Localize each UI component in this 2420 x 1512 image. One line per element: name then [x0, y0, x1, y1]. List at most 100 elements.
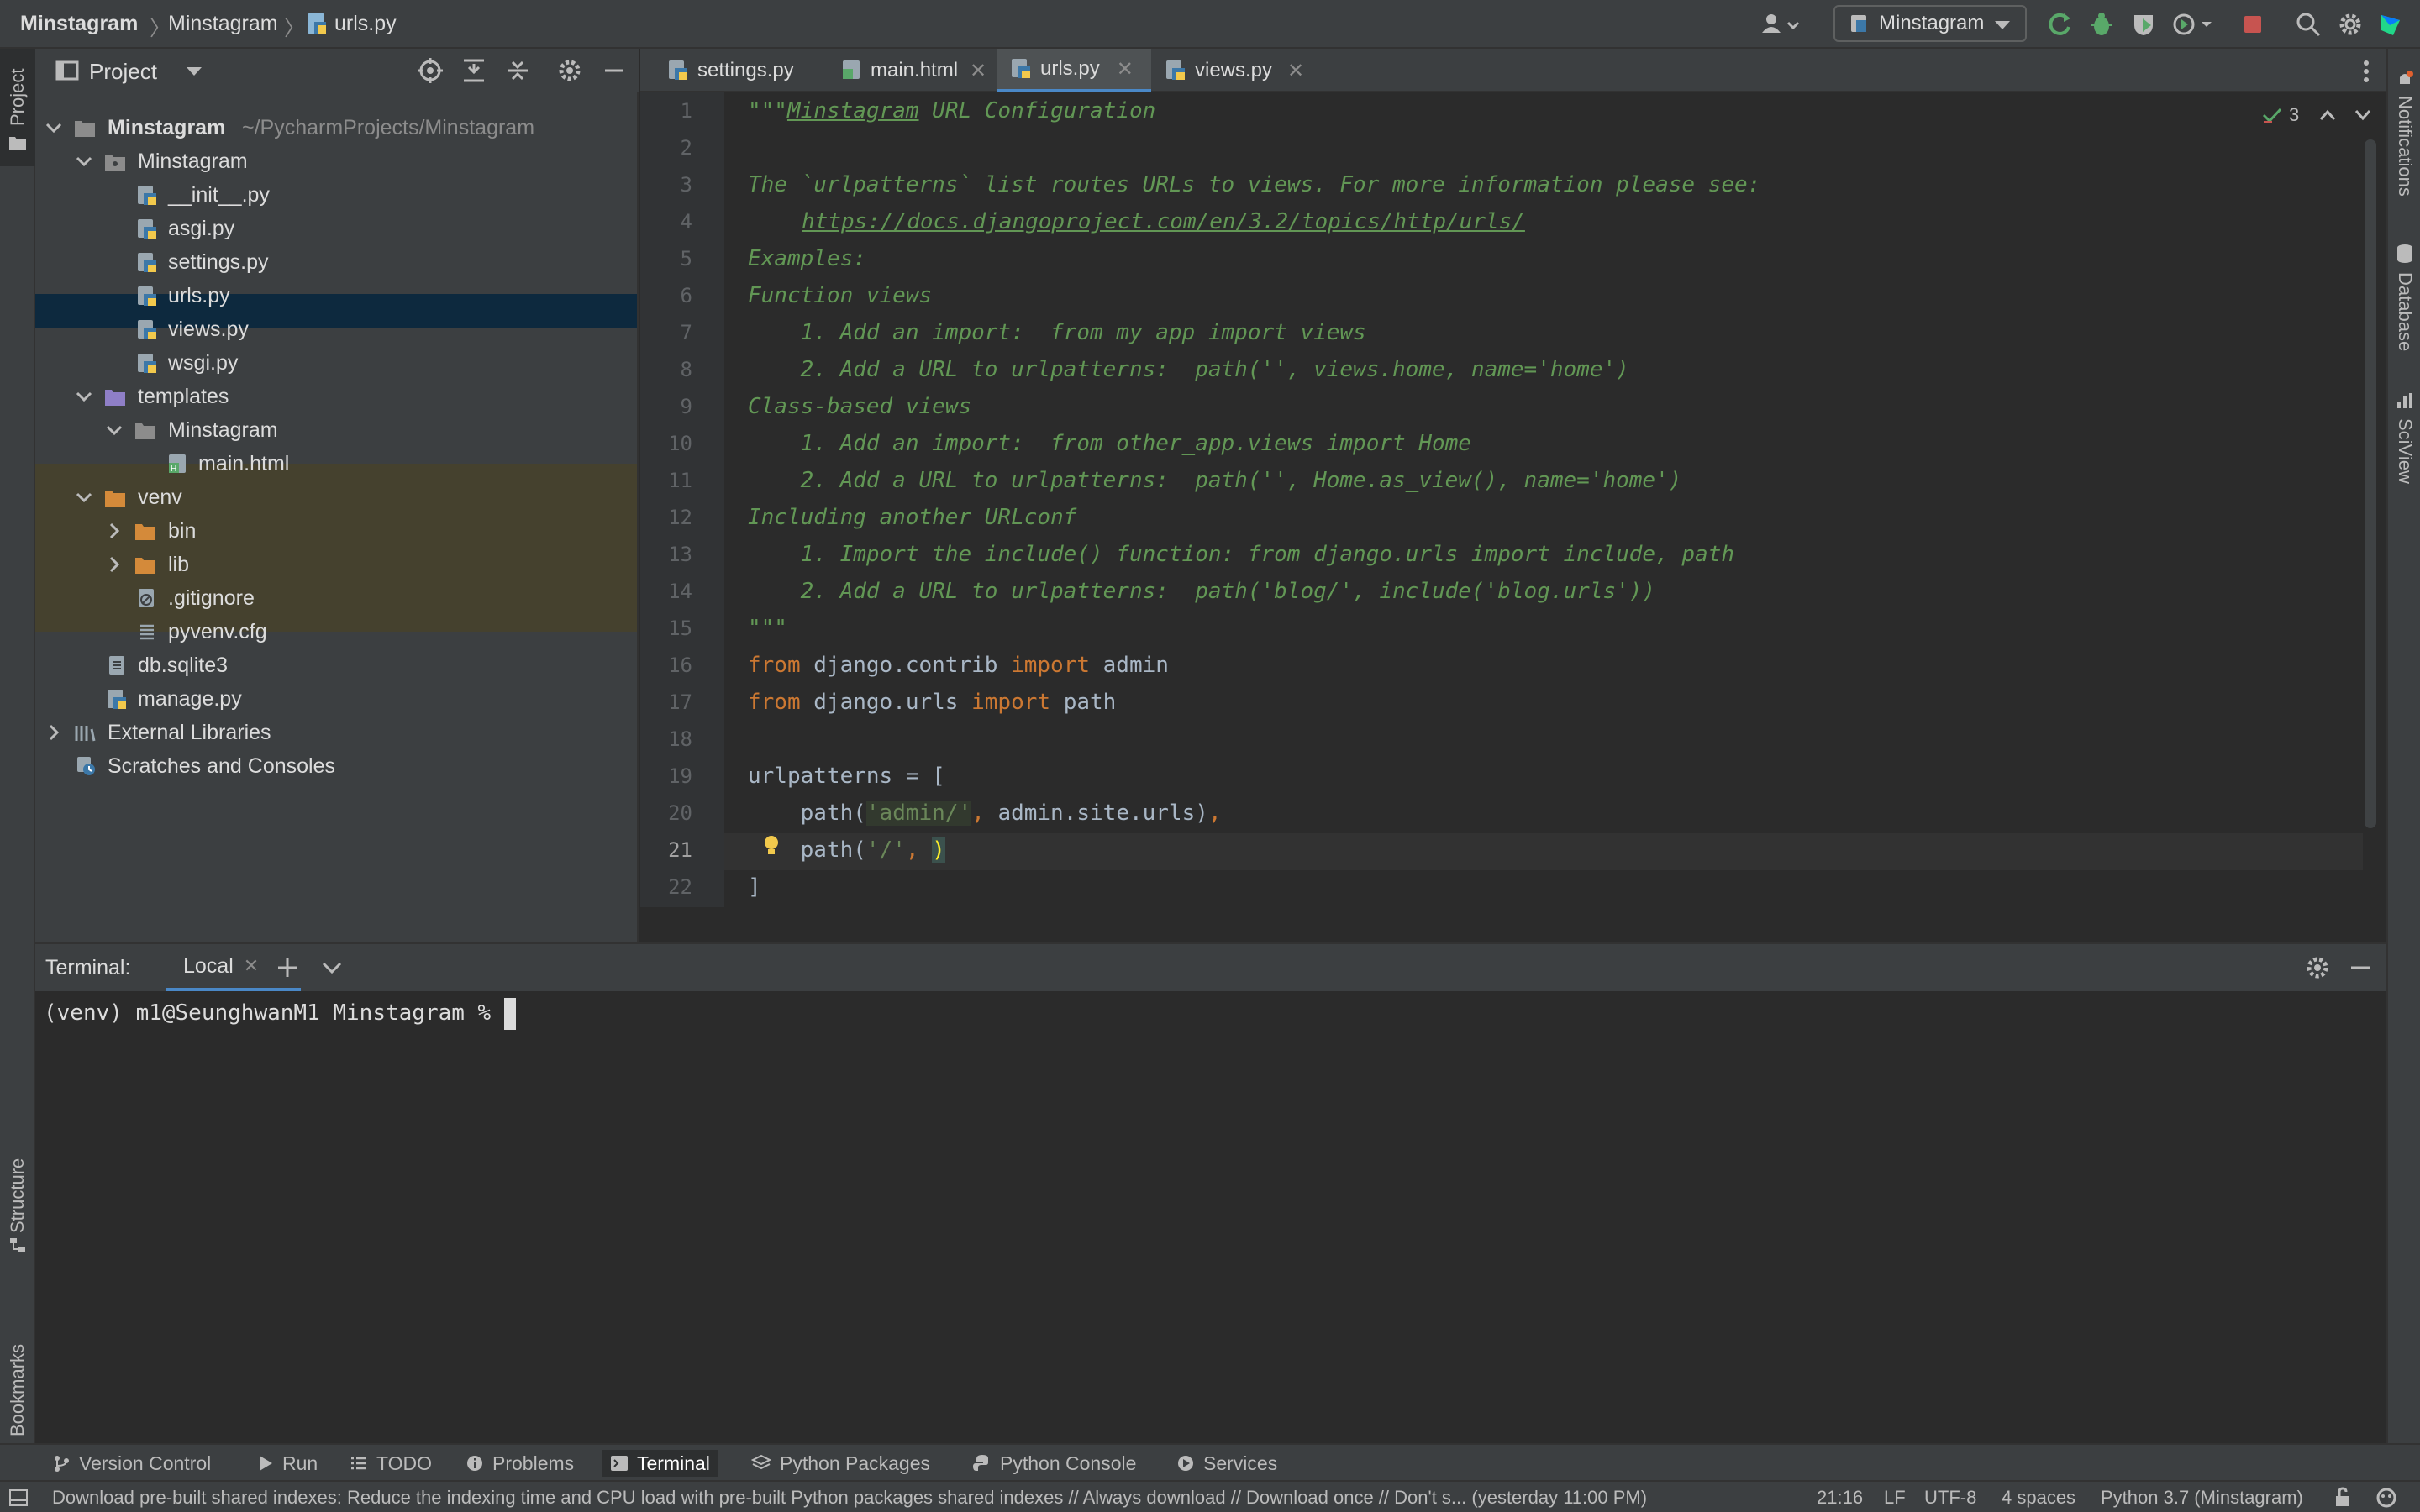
tree-item-file[interactable]: db.sqlite3	[35, 648, 637, 682]
line-separator[interactable]: LF	[1884, 1487, 1906, 1509]
tree-item-external-libraries[interactable]: External Libraries	[35, 716, 637, 749]
close-tab-icon[interactable]: ✕	[1287, 59, 1304, 83]
chevron-right-icon	[49, 724, 60, 741]
tree-item-file[interactable]: .gitignore	[35, 581, 637, 615]
code-token: ,	[1207, 801, 1222, 826]
tree-item-folder-excluded[interactable]: lib	[35, 548, 637, 581]
code-line: 2. Add a URL to urlpatterns: path('blog/…	[748, 579, 1656, 604]
tab-settings-py[interactable]: settings.py	[652, 49, 827, 92]
locate-file-icon[interactable]	[417, 57, 444, 84]
add-terminal-icon[interactable]	[276, 956, 299, 979]
python-interpreter[interactable]: Python 3.7 (Minstagram)	[2101, 1487, 2303, 1509]
docs-link[interactable]: https://docs.djangoproject.com/en/3.2/to…	[802, 209, 1525, 234]
gear-icon[interactable]	[556, 57, 583, 84]
run-configuration-select[interactable]: Minstagram	[1833, 5, 2027, 42]
settings-gear-icon[interactable]	[2334, 8, 2366, 40]
project-stripe-button[interactable]: Project	[0, 49, 35, 166]
chevron-down-icon[interactable]	[2354, 109, 2371, 121]
chevron-down-icon[interactable]	[321, 961, 343, 974]
toolwindow-services[interactable]: Services	[1168, 1450, 1286, 1477]
memory-indicator-icon[interactable]	[2375, 1487, 2398, 1509]
breadcrumb-project[interactable]: Minstagram	[20, 12, 138, 36]
chevron-up-icon[interactable]	[2319, 109, 2336, 121]
toolwindow-python-console[interactable]: Python Console	[965, 1450, 1144, 1477]
tree-item-file[interactable]: H main.html	[35, 447, 637, 480]
chevron-down-icon[interactable]	[185, 66, 203, 77]
more-options-icon[interactable]	[2361, 59, 2371, 84]
tree-item-scratches[interactable]: Scratches and Consoles	[35, 749, 637, 783]
caret-position[interactable]: 21:16	[1817, 1487, 1863, 1509]
editor-scrollbar[interactable]	[2365, 139, 2376, 828]
tree-item-file[interactable]: urls.py	[35, 279, 637, 312]
package-folder-icon	[105, 155, 125, 171]
indent-setting[interactable]: 4 spaces	[2002, 1487, 2075, 1509]
rerun-icon[interactable]	[2044, 8, 2075, 40]
close-tab-icon[interactable]: ✕	[970, 59, 986, 83]
project-stripe-label: Project	[7, 68, 28, 126]
profile-icon[interactable]	[2170, 8, 2220, 40]
code-editor[interactable]: 3 """Minstagram URL Configuration The `u…	[724, 92, 2376, 907]
inspection-widget[interactable]: 3	[2262, 104, 2371, 126]
tree-item-file[interactable]: asgi.py	[35, 212, 637, 245]
stop-icon[interactable]	[2237, 8, 2269, 40]
tree-item-file-selected[interactable]: views.py	[35, 312, 637, 346]
tree-item-label: manage.py	[138, 687, 242, 711]
code-line: The `urlpatterns` list routes URLs to vi…	[748, 172, 1761, 197]
status-message[interactable]: Download pre-built shared indexes: Reduc…	[52, 1487, 1647, 1509]
collapse-all-icon[interactable]	[504, 57, 531, 84]
file-encoding[interactable]: UTF-8	[1924, 1487, 1976, 1509]
database-stripe-label[interactable]: Database	[2394, 272, 2416, 351]
tree-item-file[interactable]: manage.py	[35, 682, 637, 716]
bookmarks-stripe-label[interactable]: Bookmarks	[7, 1344, 29, 1436]
expand-all-icon[interactable]	[460, 57, 487, 84]
debug-icon[interactable]	[2086, 8, 2118, 40]
sciview-stripe-label[interactable]: SciView	[2394, 418, 2416, 484]
tree-item-folder-excluded[interactable]: venv	[35, 480, 637, 514]
close-tab-icon[interactable]: ✕	[1117, 57, 1134, 81]
tree-item-file[interactable]: pyvenv.cfg	[35, 615, 637, 648]
tree-item-file[interactable]: settings.py	[35, 245, 637, 279]
breadcrumb-file[interactable]: urls.py	[334, 12, 397, 36]
toolwindow-version-control[interactable]: Version Control	[44, 1450, 219, 1477]
project-panel-title[interactable]: Project	[89, 59, 157, 85]
run-configuration-label: Minstagram	[1879, 12, 1985, 34]
jetbrains-logo-icon[interactable]	[2375, 8, 2407, 40]
toolwindow-terminal[interactable]: Terminal	[602, 1450, 718, 1477]
notifications-stripe-label[interactable]: Notifications	[2394, 96, 2416, 197]
tree-item-folder[interactable]: Minstagram	[35, 413, 637, 447]
terminal-output[interactable]: (venv) m1@SeunghwanM1 Minstagram %	[44, 995, 516, 1032]
tab-label: urls.py	[1040, 57, 1100, 80]
terminal-cursor	[503, 997, 516, 1030]
search-icon[interactable]	[2292, 8, 2324, 40]
tree-item-folder-excluded[interactable]: bin	[35, 514, 637, 548]
tree-item-file[interactable]: wsgi.py	[35, 346, 637, 380]
code-line: 1. Add an import: from my_app import vie…	[748, 320, 1366, 345]
tree-item-folder[interactable]: templates	[35, 380, 637, 413]
code-line: from django.urls import path	[748, 684, 1116, 721]
hide-panel-icon[interactable]	[602, 57, 627, 84]
tab-views-py[interactable]: views.py ✕	[1153, 49, 1321, 92]
python-file-icon	[306, 12, 328, 35]
breadcrumb-folder[interactable]: Minstagram	[168, 12, 278, 36]
user-icon[interactable]	[1756, 8, 1807, 40]
tab-main-html[interactable]: main.html ✕	[827, 49, 1003, 92]
toolwindow-run[interactable]: Run	[249, 1450, 326, 1477]
toggle-tool-windows-icon[interactable]	[8, 1488, 29, 1507]
close-tab-icon[interactable]: ✕	[244, 955, 259, 977]
tree-item-package[interactable]: Minstagram	[35, 144, 637, 178]
tree-item-root[interactable]: Minstagram ~/PycharmProjects/Minstagram	[35, 111, 637, 144]
lightbulb-icon[interactable]	[761, 833, 781, 858]
tree-item-file[interactable]: __init__.py	[35, 178, 637, 212]
coverage-icon[interactable]	[2128, 8, 2160, 40]
toolwindow-todo[interactable]: TODO	[341, 1450, 440, 1477]
toolwindow-python-packages[interactable]: Python Packages	[743, 1450, 939, 1477]
structure-stripe-label[interactable]: Structure	[7, 1158, 29, 1233]
python-icon	[973, 1455, 988, 1471]
tree-item-label: Minstagram	[138, 150, 248, 173]
tab-urls-py[interactable]: urls.py ✕	[997, 49, 1151, 92]
hide-panel-icon[interactable]	[2348, 954, 2373, 981]
lock-icon[interactable]	[2333, 1487, 2353, 1509]
line-number: 4	[680, 210, 692, 234]
toolwindow-problems[interactable]: Problems	[457, 1450, 582, 1477]
gear-icon[interactable]	[2304, 954, 2331, 981]
